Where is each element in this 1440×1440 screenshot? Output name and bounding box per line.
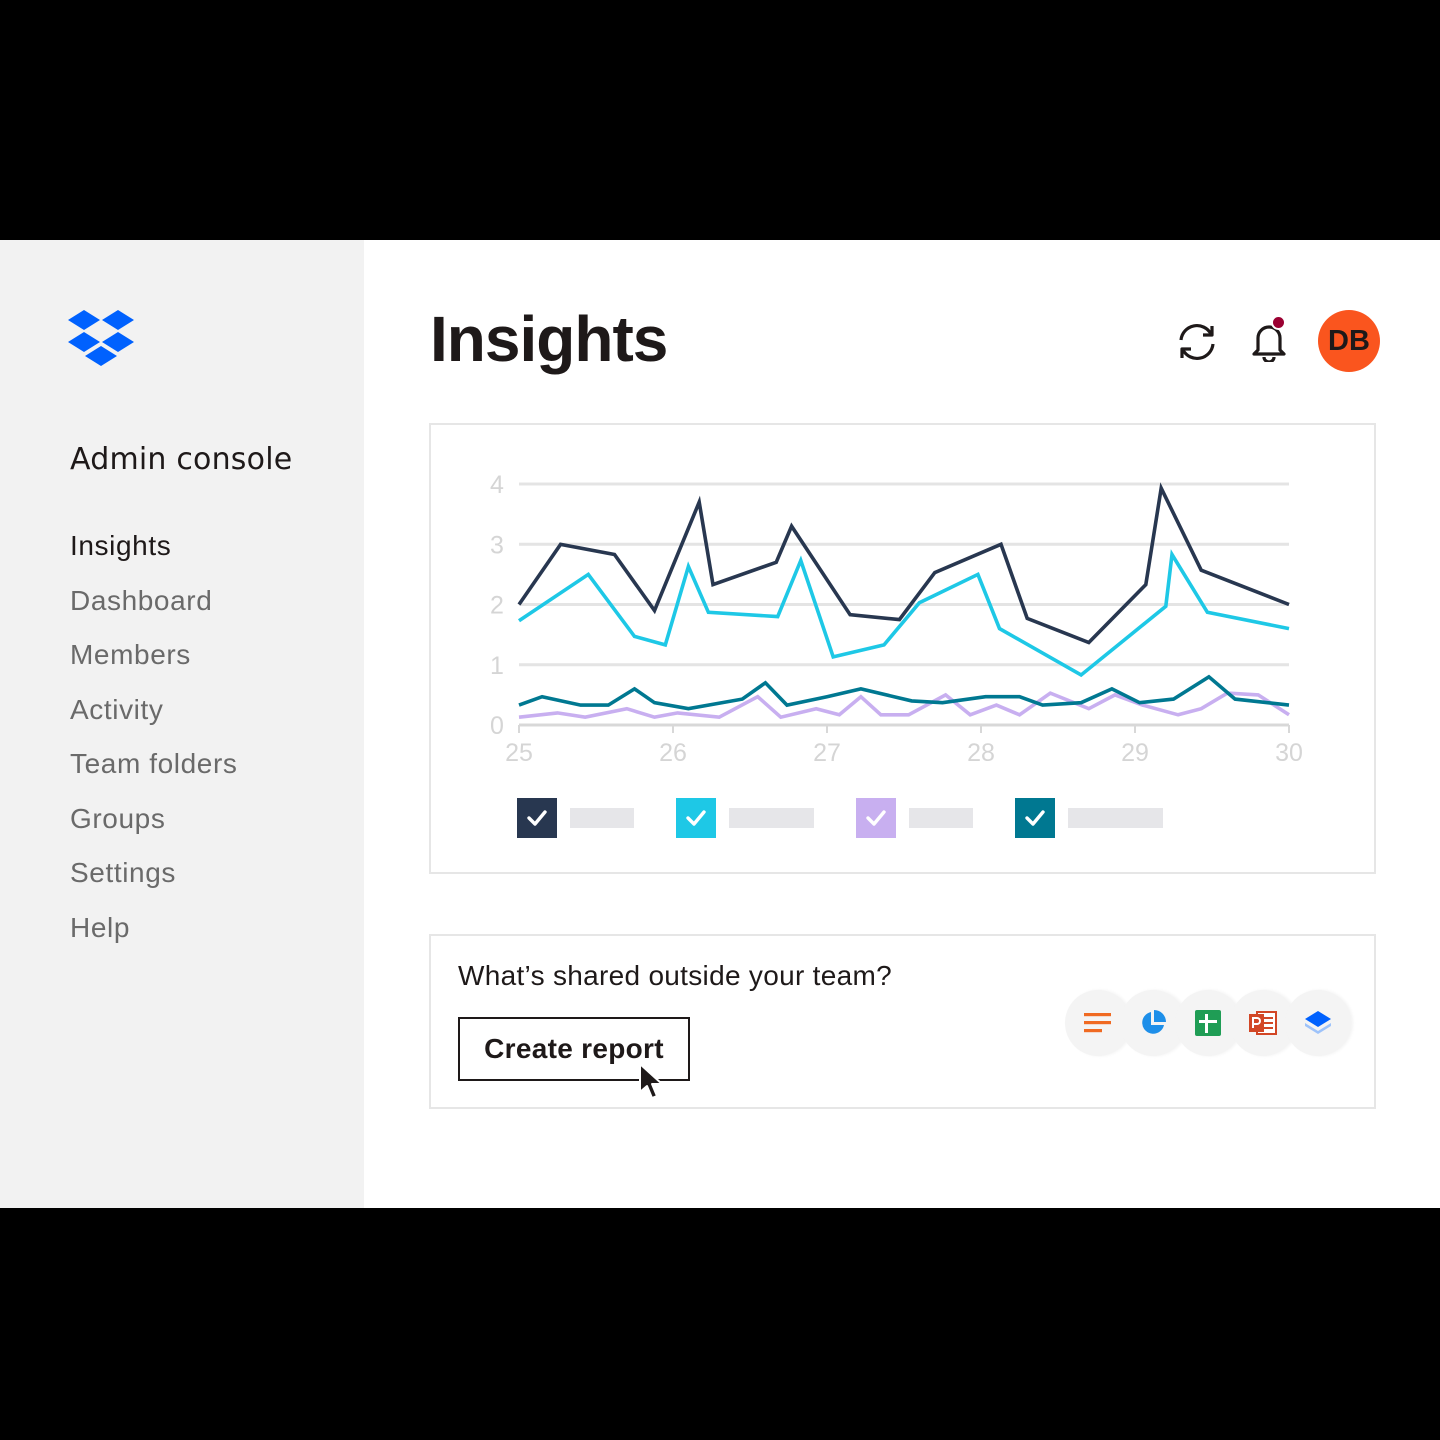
x-tick-label: 26 <box>659 739 687 767</box>
y-tick-label: 4 <box>490 471 504 499</box>
legend-label-placeholder <box>570 808 634 828</box>
report-question: What’s shared outside your team? <box>458 960 892 991</box>
sidebar-nav: Insights Dashboard Members Activity Team… <box>70 528 238 964</box>
x-tick-label: 30 <box>1275 739 1303 767</box>
shared-report-card: What’s shared outside your team? Create … <box>429 934 1376 1109</box>
sidebar-item-team-folders[interactable]: Team folders <box>70 746 238 801</box>
sidebar-item-insights[interactable]: Insights <box>70 528 238 583</box>
console-title: Admin console <box>70 442 293 477</box>
page-title: Insights <box>430 303 668 375</box>
legend-item-4[interactable] <box>1015 798 1163 838</box>
legend-label-placeholder <box>729 808 814 828</box>
checkbox-checked-icon[interactable] <box>517 798 557 838</box>
sidebar-item-activity[interactable]: Activity <box>70 692 238 747</box>
dropbox-icon <box>1285 990 1351 1056</box>
legend-item-3[interactable] <box>856 798 973 838</box>
y-tick-label: 1 <box>490 652 504 680</box>
notification-dot <box>1271 315 1286 330</box>
file-type-icons <box>1065 990 1355 1056</box>
checkbox-checked-icon[interactable] <box>1015 798 1055 838</box>
mouse-cursor-icon <box>639 1063 663 1099</box>
series-line-3 <box>518 691 1290 720</box>
dropbox-logo-icon[interactable] <box>68 310 134 366</box>
legend-item-1[interactable] <box>517 798 634 838</box>
y-tick-label: 3 <box>490 531 504 559</box>
sync-icon[interactable] <box>1175 320 1219 364</box>
legend-label-placeholder <box>1068 808 1163 828</box>
insights-chart-card: 0 1 2 3 4 25 26 27 28 29 30 <box>429 423 1376 874</box>
sidebar-item-groups[interactable]: Groups <box>70 801 238 856</box>
legend-label-placeholder <box>909 808 973 828</box>
x-tick-label: 28 <box>967 739 995 767</box>
x-tick-label: 25 <box>505 739 533 767</box>
y-tick-label: 0 <box>490 712 504 740</box>
series-line-4 <box>518 674 1290 711</box>
sidebar-item-help[interactable]: Help <box>70 910 238 965</box>
checkbox-checked-icon[interactable] <box>676 798 716 838</box>
sidebar-item-settings[interactable]: Settings <box>70 855 238 910</box>
sidebar: Admin console Insights Dashboard Members… <box>0 240 364 1208</box>
y-tick-label: 2 <box>490 592 504 620</box>
x-tick-label: 29 <box>1121 739 1149 767</box>
checkbox-checked-icon[interactable] <box>856 798 896 838</box>
app-window: Admin console Insights Dashboard Members… <box>0 240 1440 1208</box>
avatar[interactable]: DB <box>1318 310 1380 372</box>
sidebar-item-members[interactable]: Members <box>70 637 238 692</box>
sidebar-item-dashboard[interactable]: Dashboard <box>70 583 238 638</box>
legend-item-2[interactable] <box>676 798 814 838</box>
x-tick-label: 27 <box>813 739 841 767</box>
